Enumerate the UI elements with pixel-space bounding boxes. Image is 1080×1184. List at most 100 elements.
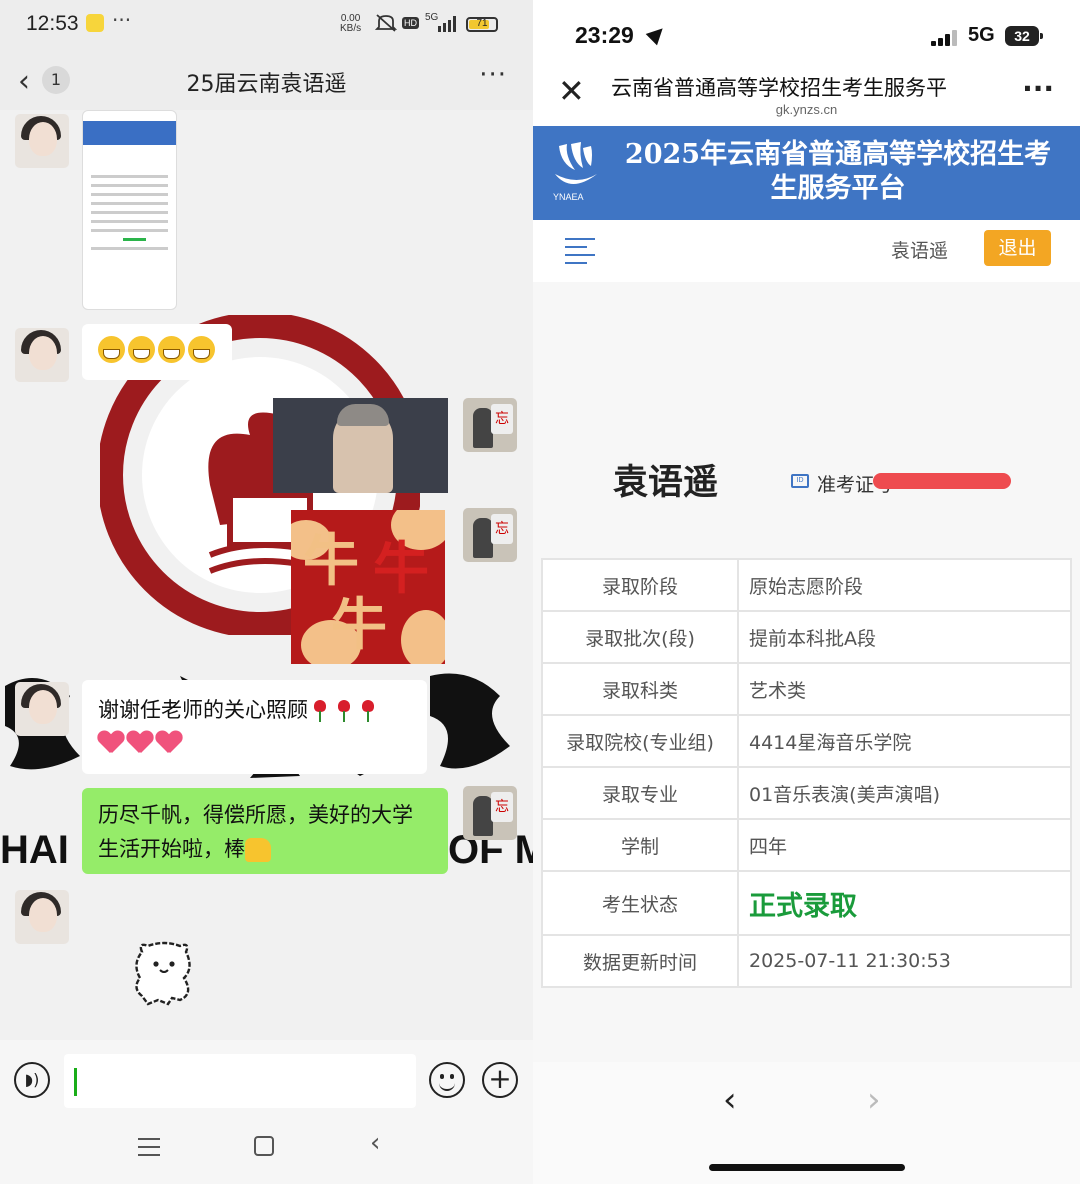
home-indicator[interactable]	[709, 1164, 905, 1171]
avatar-self[interactable]: 忘	[463, 508, 517, 562]
browser-screen: 23:29 5G 32 ✕ 云南省普通高等学校招生考生服务平 gk.ynzs.c…	[533, 0, 1080, 1184]
row-value: 2025-07-11 21:30:53	[737, 934, 1072, 988]
site-title: 2025年云南省普通高等学校招生考生服务平台	[624, 139, 1052, 204]
sticker-char: 牛	[331, 592, 387, 658]
message-text: 谢谢任老师的关心照顾	[98, 698, 308, 722]
app-notification-icon	[86, 14, 104, 32]
logout-button[interactable]: 退出	[984, 230, 1051, 266]
system-nav-bar: ‹	[0, 1128, 533, 1170]
id-card-icon: ID	[791, 474, 809, 488]
status-bar: 12:53 ··· 0.00 KB/s HD 5G 71	[0, 0, 533, 52]
browser-bottom-bar: ‹ ›	[533, 1062, 1080, 1184]
row-label: 录取批次(段)	[541, 610, 739, 664]
bear-sticker[interactable]	[128, 938, 200, 1010]
message-input[interactable]	[64, 1054, 416, 1108]
voice-icon[interactable]: ◗)	[14, 1062, 50, 1098]
message-list[interactable]: 忘 忘 牛 牛 牛 HAI OF M 谢谢任老师的关心照顾 忘 历尽千帆，得偿所…	[0, 110, 533, 1040]
message-text: 历尽千帆，得偿所愿，美好的大学	[98, 803, 413, 827]
emoji-message[interactable]	[82, 324, 232, 380]
avatar[interactable]	[15, 328, 69, 382]
logo-ring-text	[55, 466, 60, 475]
row-label: 录取科类	[541, 662, 739, 716]
row-label: 录取阶段	[541, 558, 739, 612]
browser-back-icon[interactable]: ‹	[723, 1080, 737, 1120]
table-row: 录取专业 01音乐表演(美声演唱)	[541, 766, 1072, 820]
text-message-self[interactable]: 历尽千帆，得偿所愿，美好的大学 生活开始啦，棒	[82, 788, 448, 874]
row-label: 学制	[541, 818, 739, 872]
logged-in-user: 袁语遥	[891, 240, 949, 262]
table-row: 录取院校(专业组) 4414星海音乐学院	[541, 714, 1072, 768]
row-label: 数据更新时间	[541, 934, 739, 988]
table-row: 录取批次(段) 提前本科批A段	[541, 610, 1072, 664]
page-title: 云南省普通高等学校招生考生服务平	[611, 76, 947, 100]
status-value: 正式录取	[737, 870, 1072, 936]
input-bar: ◗) + ‹	[0, 1040, 533, 1184]
grin-emoji-icon	[128, 336, 155, 363]
status-bar: 23:29 5G 32	[533, 0, 1080, 70]
more-dots-icon[interactable]: ···	[1022, 72, 1054, 105]
table-row: 录取科类 艺术类	[541, 662, 1072, 716]
row-value: 艺术类	[737, 662, 1072, 716]
candidate-name: 袁语遥	[613, 463, 719, 503]
battery-level: 71	[476, 18, 488, 29]
back-icon[interactable]: ‹	[370, 1128, 380, 1158]
message-text: 生活开始啦，棒	[98, 837, 245, 861]
thumbs-up-emoji-icon	[245, 838, 271, 862]
recent-apps-icon[interactable]	[138, 1138, 160, 1156]
heart-emoji-icon	[127, 731, 153, 755]
grin-emoji-icon	[158, 336, 185, 363]
home-icon[interactable]	[254, 1136, 274, 1156]
image-message-screenshot[interactable]	[82, 110, 177, 310]
network-type: 5G	[968, 24, 995, 46]
text-cursor	[74, 1068, 77, 1096]
plus-icon[interactable]: +	[482, 1062, 518, 1098]
row-value: 4414星海音乐学院	[737, 714, 1072, 768]
signal-icon	[931, 30, 957, 46]
mute-icon	[375, 14, 397, 32]
table-row: 考生状态 正式录取	[541, 870, 1072, 936]
row-label: 录取院校(专业组)	[541, 714, 739, 768]
net-speed: 0.00 KB/s	[340, 14, 361, 34]
battery-icon: 71	[466, 17, 498, 32]
avatar[interactable]	[15, 890, 69, 944]
hd-icon: HD	[402, 17, 419, 29]
site-logo-text: YNAEA	[553, 192, 584, 202]
watermark-text: HAI	[0, 828, 69, 872]
table-row: 学制 四年	[541, 818, 1072, 872]
heart-emoji-icon	[156, 731, 182, 755]
grin-emoji-icon	[188, 336, 215, 363]
menu-icon[interactable]	[565, 238, 595, 264]
signal-icon	[438, 16, 456, 32]
rose-emoji-icon	[313, 700, 327, 722]
rose-emoji-icon	[337, 700, 351, 722]
row-value: 原始志愿阶段	[737, 558, 1072, 612]
chat-screen: 12:53 ··· 0.00 KB/s HD 5G 71 ‹ 1 25届云南袁语…	[0, 0, 533, 1184]
location-arrow-icon	[645, 22, 669, 46]
battery-level: 32	[1005, 26, 1043, 46]
avatar[interactable]	[15, 114, 69, 168]
row-label: 录取专业	[541, 766, 739, 820]
table-row: 数据更新时间 2025-07-11 21:30:53	[541, 934, 1072, 988]
sticker-niu-gif[interactable]: 牛 牛 牛	[291, 510, 445, 664]
site-header: YNAEA 2025年云南省普通高等学校招生考生服务平台	[533, 126, 1080, 220]
chat-header: ‹ 1 25届云南袁语遥 ···	[0, 52, 533, 110]
net-speed-unit: KB/s	[340, 23, 362, 34]
heart-emoji-icon	[98, 731, 124, 755]
avatar[interactable]	[15, 682, 69, 736]
sticker-applause-gif[interactable]	[273, 398, 448, 493]
page-domain: gk.ynzs.cn	[775, 102, 838, 117]
admission-result: 袁语遥 ID 准考证号 录取阶段 原始志愿阶段 录取批次(段) 提前本科批A段 录取科类…	[533, 282, 1080, 1062]
text-message[interactable]: 谢谢任老师的关心照顾	[82, 680, 427, 774]
row-value: 四年	[737, 818, 1072, 872]
grin-emoji-icon	[98, 336, 125, 363]
status-time: 12:53	[26, 12, 79, 35]
chat-title: 25届云南袁语遥	[186, 72, 347, 97]
rose-emoji-icon	[361, 700, 375, 722]
emoji-icon[interactable]	[429, 1062, 465, 1098]
more-dots-icon[interactable]: ···	[479, 60, 507, 90]
admission-table: 录取阶段 原始志愿阶段 录取批次(段) 提前本科批A段 录取科类 艺术类 录取院校(专业组)…	[541, 558, 1072, 988]
avatar-self[interactable]: 忘	[463, 398, 517, 452]
avatar-self[interactable]: 忘	[463, 786, 517, 840]
row-value: 提前本科批A段	[737, 610, 1072, 664]
browser-forward-icon[interactable]: ›	[867, 1080, 881, 1120]
